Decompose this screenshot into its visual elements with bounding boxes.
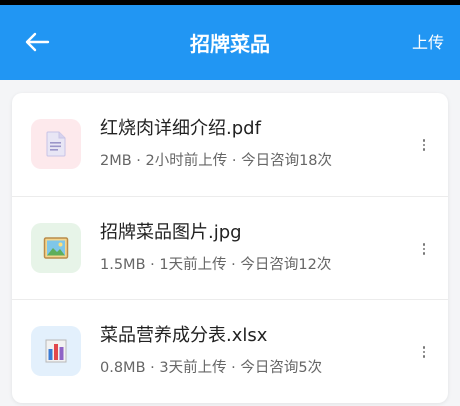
app-header: 招牌菜品 上传 [0, 5, 460, 80]
page-title: 招牌菜品 [190, 32, 270, 56]
file-item[interactable]: 菜品营养成分表.xlsx 0.8MB · 3天前上传 · 今日咨询5次 [12, 299, 448, 403]
file-icon-container [31, 119, 81, 169]
more-options-button[interactable] [416, 240, 432, 258]
more-options-button[interactable] [416, 343, 432, 361]
more-options-button[interactable] [416, 136, 432, 154]
file-list: 红烧肉详细介绍.pdf 2MB · 2小时前上传 · 今日咨询18次 招牌菜品图… [12, 93, 448, 403]
bar-chart-file-icon [45, 339, 67, 363]
file-icon-container [31, 223, 81, 273]
more-vertical-icon [422, 346, 426, 349]
more-vertical-icon [422, 139, 426, 142]
more-vertical-icon [422, 243, 426, 246]
file-item[interactable]: 红烧肉详细介绍.pdf 2MB · 2小时前上传 · 今日咨询18次 [12, 93, 448, 196]
upload-button[interactable]: 上传 [412, 32, 444, 54]
file-name: 红烧肉详细介绍.pdf [100, 118, 261, 139]
image-file-icon [43, 237, 69, 259]
file-meta: 0.8MB · 3天前上传 · 今日咨询5次 [100, 360, 323, 376]
file-item[interactable]: 招牌菜品图片.jpg 1.5MB · 1天前上传 · 今日咨询12次 [12, 196, 448, 300]
file-name: 招牌菜品图片.jpg [100, 222, 242, 243]
file-meta: 2MB · 2小时前上传 · 今日咨询18次 [100, 153, 333, 169]
file-name: 菜品营养成分表.xlsx [100, 325, 268, 346]
file-meta: 1.5MB · 1天前上传 · 今日咨询12次 [100, 257, 332, 273]
pdf-document-icon [46, 131, 66, 157]
file-icon-container [31, 326, 81, 376]
